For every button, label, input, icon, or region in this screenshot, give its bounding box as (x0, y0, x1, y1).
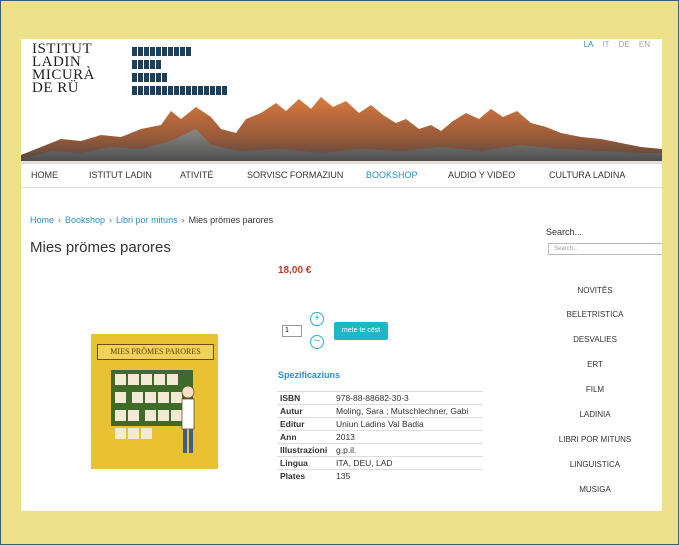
book-cover-image[interactable]: MIES PRÖMES PARORES (91, 334, 218, 469)
spec-key: Ann (277, 430, 333, 444)
nav-cultura-ladina[interactable]: CULTURA LADINA (549, 170, 625, 180)
spec-key: ISBN (277, 391, 333, 405)
page-title: Mies prömes parores (30, 239, 171, 256)
minus-icon[interactable]: − (310, 335, 324, 349)
spec-key: Lingua (277, 456, 333, 470)
breadcrumb-current: Mies prömes parores (188, 215, 274, 225)
table-row: Illustrazioni g.p.il. (277, 443, 483, 457)
lang-it[interactable]: IT (602, 40, 609, 49)
breadcrumb-libri-por-mituns[interactable]: Libri por mituns (116, 215, 178, 225)
category-link[interactable]: FILM (542, 385, 648, 394)
main-nav: HOME ISTITUT LADIN ATIVITÉ SORVISC FORMA… (21, 163, 662, 188)
quantity-input[interactable]: 1 (282, 325, 302, 337)
specs-heading: Spezificaziuns (278, 370, 341, 380)
category-link[interactable]: LADINIA (542, 410, 648, 419)
nav-bookshop[interactable]: BOOKSHOP (366, 170, 418, 180)
category-link[interactable]: LINGUISTICA (542, 460, 648, 469)
table-row: Plates 135 (277, 469, 483, 482)
breadcrumb: Home › Bookshop › Libri por mituns › Mies pröm… (30, 215, 273, 225)
nav-istitut-ladin[interactable]: ISTITUT LADIN (89, 170, 152, 180)
table-row: Lingua ITA, DEU, LAD (277, 456, 483, 470)
category-link[interactable]: DESVALIES (542, 335, 648, 344)
breadcrumb-bookshop[interactable]: Bookshop (65, 215, 105, 225)
nav-ativite[interactable]: ATIVITÉ (180, 170, 213, 180)
spec-value: g.p.il. (333, 443, 483, 457)
product-price: 18,00 € (278, 265, 312, 276)
table-row: ISBN 978-88-88682-30-3 (277, 391, 483, 405)
search-input[interactable]: Search... (548, 243, 662, 255)
search-label: Search... (546, 227, 583, 237)
nav-audio-video[interactable]: AUDIO Y VIDEO (448, 170, 515, 180)
spec-key: Plates (277, 469, 333, 482)
category-link[interactable]: ERT (542, 360, 648, 369)
chevron-right-icon: › (58, 215, 62, 225)
specs-table: ISBN 978-88-88682-30-3 Autur Moling, Sara … (277, 391, 483, 482)
spec-key: Illustrazioni (277, 443, 333, 457)
spec-key: Editur (277, 417, 333, 431)
book-cover-title: MIES PRÖMES PARORES (97, 344, 214, 360)
lang-en[interactable]: EN (639, 40, 650, 49)
category-link[interactable]: MUSIGA (542, 485, 648, 494)
spec-value: 2013 (333, 430, 483, 444)
lang-la[interactable]: LA (584, 40, 593, 49)
mountain-banner-image (21, 97, 662, 163)
breadcrumb-home[interactable]: Home (30, 215, 54, 225)
spec-value: ITA, DEU, LAD (333, 456, 483, 470)
category-link[interactable]: LIBRI POR MITUNS (542, 435, 648, 444)
add-to-cart-button[interactable]: mete te cëst (334, 322, 388, 340)
chevron-right-icon: › (109, 215, 113, 225)
spec-value: 978-88-88682-30-3 (333, 391, 483, 405)
category-link[interactable]: NOVITÊS (542, 286, 648, 295)
logo-text: ISTITUT LADIN MICURÀ DE RÜ (32, 42, 95, 96)
chevron-right-icon: › (181, 215, 185, 225)
table-row: Ann 2013 (277, 430, 483, 444)
spec-value: Moling, Sara ; Mutschlechner, Gabi (333, 404, 483, 418)
category-link[interactable]: BELETRISTICA (542, 310, 648, 319)
spec-key: Autur (277, 404, 333, 418)
table-row: Editur Uniun Ladins Val Badia (277, 417, 483, 431)
lang-de[interactable]: DE (619, 40, 630, 49)
language-switcher: LA IT DE EN (577, 40, 650, 49)
nav-sorvisc-formaziun[interactable]: SORVISC FORMAZIUN (247, 170, 343, 180)
page: ISTITUT LADIN MICURÀ DE RÜ LA IT DE EN H… (21, 39, 662, 511)
nav-home[interactable]: HOME (31, 170, 58, 180)
spec-value: 135 (333, 469, 483, 482)
spec-value: Uniun Ladins Val Badia (333, 417, 483, 431)
figure-illustration (181, 385, 195, 453)
plus-icon[interactable]: + (310, 312, 324, 326)
table-row: Autur Moling, Sara ; Mutschlechner, Gabi (277, 404, 483, 418)
